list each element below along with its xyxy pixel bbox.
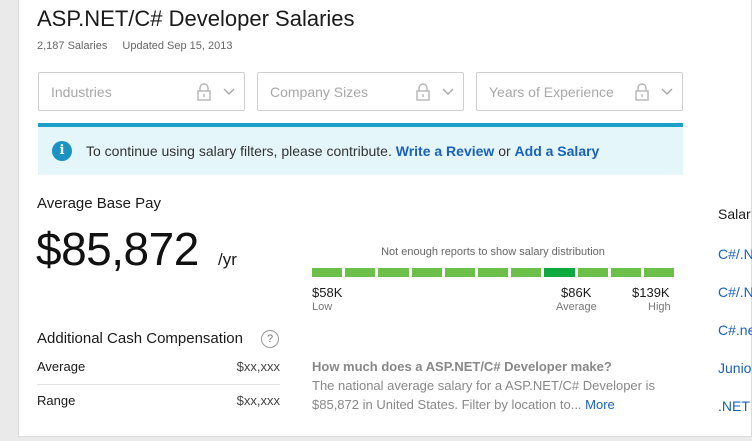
lock-icon bbox=[197, 83, 211, 101]
sidebar-link[interactable]: C#/.N bbox=[718, 284, 752, 300]
salary-count: 2,187 Salaries bbox=[37, 40, 108, 52]
high-label: High bbox=[648, 301, 671, 313]
chevron-down-icon bbox=[223, 88, 235, 95]
faq-question: How much does a ASP.NET/C# Developer mak… bbox=[312, 359, 612, 374]
additional-row-value: $xx,xxx bbox=[236, 393, 280, 408]
distribution-segment bbox=[610, 268, 641, 277]
chevron-down-icon bbox=[442, 88, 454, 95]
sidebar-link[interactable]: C#/.N bbox=[718, 246, 752, 262]
additional-row-label: Range bbox=[37, 393, 76, 408]
lock-icon bbox=[635, 83, 649, 101]
company-sizes-filter[interactable]: Company Sizes bbox=[257, 72, 464, 111]
chevron-down-icon bbox=[661, 88, 673, 95]
banner-text: To continue using salary filters, please… bbox=[86, 143, 392, 159]
industries-filter[interactable]: Industries bbox=[38, 72, 245, 111]
additional-row-value: $xx,xxx bbox=[236, 359, 280, 374]
sidebar-heading: Salar bbox=[718, 206, 751, 222]
company-sizes-filter-placeholder: Company Sizes bbox=[270, 84, 369, 100]
low-value: $58K bbox=[312, 285, 343, 300]
industries-filter-placeholder: Industries bbox=[51, 84, 112, 100]
average-label: Average bbox=[556, 301, 597, 313]
distribution-segment-average bbox=[544, 268, 575, 277]
average-value: $86K bbox=[561, 285, 592, 300]
distribution-segment bbox=[345, 268, 376, 277]
distribution-segment bbox=[577, 268, 608, 277]
additional-row: Range $xx,xxx bbox=[37, 386, 280, 419]
lock-icon bbox=[416, 83, 430, 101]
add-salary-link[interactable]: Add a Salary bbox=[515, 143, 600, 159]
low-label: Low bbox=[312, 301, 333, 313]
page-meta: 2,187 Salaries Updated Sep 15, 2013 bbox=[37, 40, 232, 52]
sidebar-link[interactable]: Junio bbox=[718, 360, 751, 376]
distribution-segment bbox=[444, 268, 475, 277]
more-link[interactable]: More bbox=[585, 397, 615, 412]
banner-message: To continue using salary filters, please… bbox=[86, 143, 599, 159]
years-experience-filter-placeholder: Years of Experience bbox=[489, 84, 614, 100]
distribution-segment bbox=[312, 268, 343, 277]
average-base-pay-label: Average Base Pay bbox=[37, 195, 161, 212]
contribute-banner: i To continue using salary filters, plea… bbox=[38, 123, 683, 175]
years-experience-filter[interactable]: Years of Experience bbox=[476, 72, 683, 111]
pay-unit: /yr bbox=[218, 250, 237, 269]
distribution-segment bbox=[511, 268, 542, 277]
question-icon[interactable]: ? bbox=[261, 330, 279, 348]
distribution-note: Not enough reports to show salary distri… bbox=[381, 246, 605, 258]
sidebar-link[interactable]: C#.ne bbox=[718, 322, 752, 338]
distribution-segment bbox=[643, 268, 675, 277]
additional-row-label: Average bbox=[37, 359, 86, 374]
banner-or: or bbox=[498, 143, 511, 159]
salary-distribution-bar bbox=[312, 268, 675, 277]
page-title: ASP.NET/C# Developer Salaries bbox=[37, 6, 355, 31]
high-value: $139K bbox=[632, 285, 670, 300]
sidebar-link[interactable]: .NET bbox=[718, 398, 750, 414]
average-base-pay-amount: $85,872 bbox=[36, 223, 199, 275]
distribution-segment bbox=[477, 268, 509, 277]
write-review-link[interactable]: Write a Review bbox=[396, 143, 495, 159]
info-icon: i bbox=[52, 141, 72, 161]
additional-row: Average $xx,xxx bbox=[37, 352, 280, 385]
distribution-segment bbox=[411, 268, 442, 277]
additional-cash-title: Additional Cash Compensation bbox=[37, 330, 243, 347]
updated-date: Updated Sep 15, 2013 bbox=[122, 40, 233, 52]
distribution-segment bbox=[378, 268, 409, 277]
faq-answer: The national average salary for a ASP.NE… bbox=[312, 376, 682, 414]
